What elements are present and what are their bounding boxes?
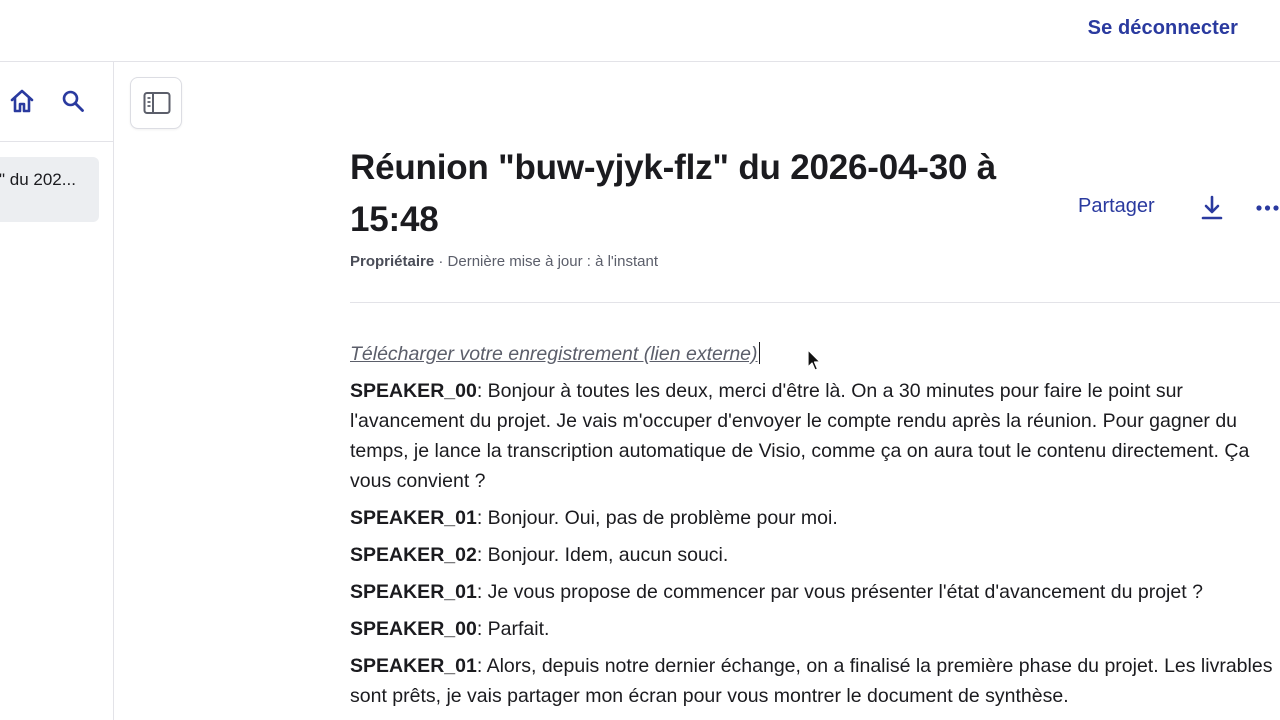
transcript-paragraph: SPEAKER_01: Bonjour. Oui, pas de problèm… — [350, 503, 1280, 533]
speaker-text: : Alors, depuis notre dernier échange, o… — [350, 655, 1273, 707]
sidebar-toggle-button[interactable] — [130, 77, 182, 129]
share-button[interactable]: Partager — [1078, 195, 1155, 218]
speaker-label: SPEAKER_02 — [350, 544, 477, 566]
more-options-icon[interactable] — [1255, 197, 1280, 219]
transcript-paragraph: SPEAKER_00: Parfait. — [350, 614, 1280, 644]
speaker-label: SPEAKER_00 — [350, 380, 477, 402]
transcript-paragraph: SPEAKER_00: Bonjour à toutes les deux, m… — [350, 376, 1280, 496]
download-icon[interactable] — [1199, 194, 1225, 222]
speaker-text: : Bonjour. Idem, aucun souci. — [476, 544, 729, 566]
header-divider — [350, 302, 1280, 303]
top-bar: Se déconnecter — [0, 0, 1280, 62]
search-icon[interactable] — [61, 89, 85, 113]
speaker-text: : Parfait. — [476, 618, 550, 640]
sidebar-header — [0, 62, 114, 142]
last-updated: · Dernière mise à jour : à l'instant — [434, 253, 658, 270]
speaker-label: SPEAKER_00 — [350, 618, 477, 640]
transcript-paragraph: SPEAKER_01: Je vous propose de commencer… — [350, 577, 1280, 607]
speaker-text: : Je vous propose de commencer par vous … — [476, 581, 1203, 603]
speaker-text: : Bonjour. Oui, pas de problème pour moi… — [476, 507, 838, 529]
speaker-label: SPEAKER_01 — [350, 655, 477, 677]
sidebar-doc-item[interactable]: " du 202... — [0, 157, 99, 222]
transcript-paragraph: SPEAKER_01: Alors, depuis notre dernier … — [350, 651, 1280, 711]
text-caret — [758, 342, 760, 364]
external-recording-link[interactable]: Télécharger votre enregistrement (lien e… — [350, 339, 758, 369]
speaker-label: SPEAKER_01 — [350, 507, 477, 529]
sidebar-toggle-icon — [143, 92, 171, 114]
transcript-paragraph: SPEAKER_02: Bonjour. Idem, aucun souci. — [350, 540, 1280, 570]
speaker-label: SPEAKER_01 — [350, 581, 477, 603]
logout-button[interactable]: Se déconnecter — [1088, 17, 1238, 40]
owner-role: Propriétaire — [350, 253, 435, 270]
document-content[interactable]: Télécharger votre enregistrement (lien e… — [350, 339, 1280, 718]
page-title: Réunion "buw-yjyk-flz" du 2026-04-30 à 1… — [350, 148, 997, 239]
document-meta: Propriétaire · Dernière mise à jour : à … — [350, 253, 658, 270]
home-icon[interactable] — [9, 88, 35, 114]
sidebar: " du 202... — [0, 62, 114, 720]
speaker-text: : Bonjour à toutes les deux, merci d'êtr… — [350, 380, 1250, 492]
mouse-pointer-icon — [807, 349, 821, 371]
sidebar-doc-label: " du 202... — [0, 170, 76, 189]
